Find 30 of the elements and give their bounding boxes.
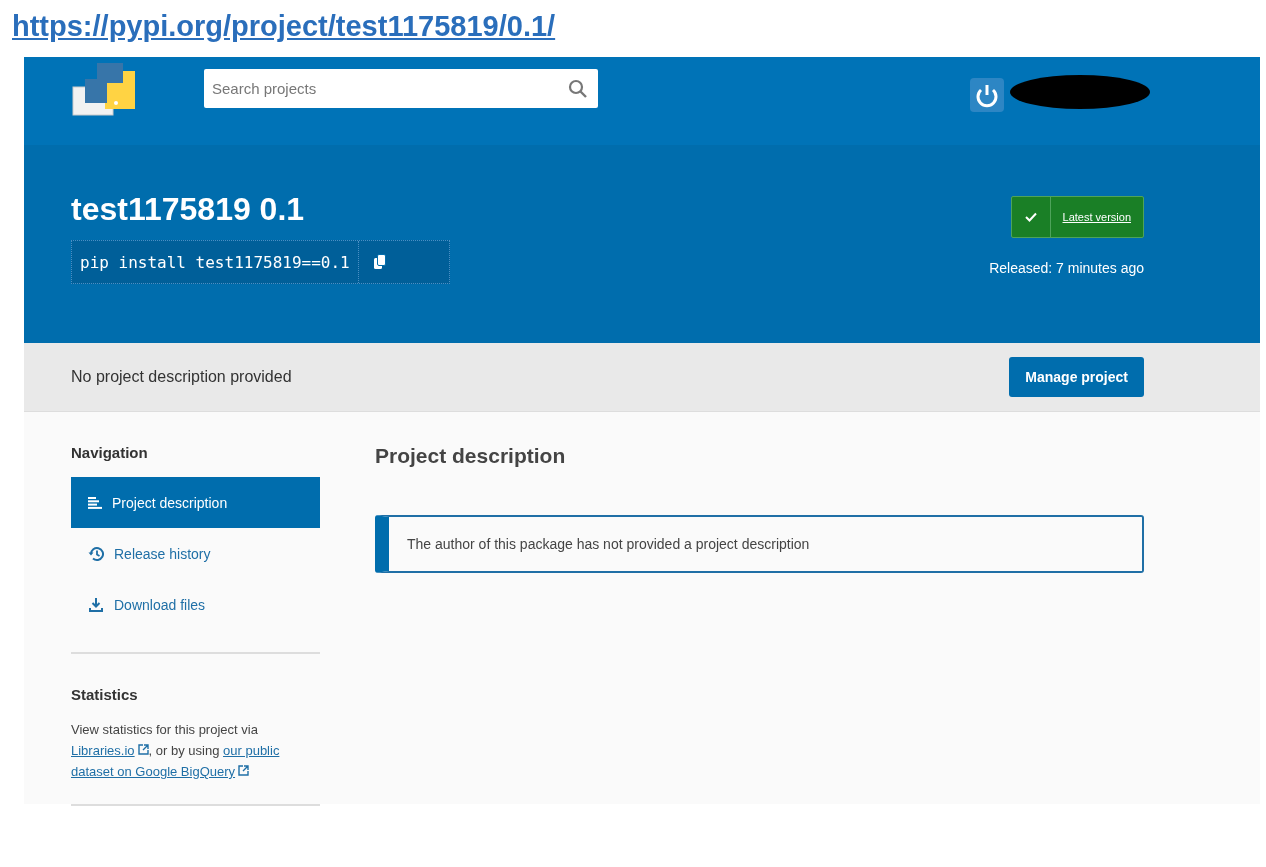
libraries-io-link[interactable]: Libraries.io: [71, 743, 149, 758]
page-url-link[interactable]: https://pypi.org/project/test1175819/0.1/: [12, 10, 556, 43]
bigquery-dataset-link[interactable]: dataset on Google BigQuery: [71, 764, 250, 779]
external-link-icon: [137, 744, 149, 755]
sidebar-item[interactable]: Project description: [71, 477, 320, 528]
release-date: Released: 7 minutes ago: [989, 260, 1144, 276]
search-field[interactable]: Search projects: [204, 69, 598, 108]
notice-text: The author of this package has not provided a project description: [407, 536, 810, 552]
install-command: pip install test1175819==0.1: [72, 241, 359, 283]
external-link-icon: [238, 765, 250, 776]
download-icon: [88, 596, 104, 613]
sidebar-item[interactable]: Release history: [71, 528, 320, 579]
history-icon: [88, 545, 104, 562]
statistics-heading: Statistics: [71, 686, 139, 703]
description-heading: Project description: [375, 444, 567, 468]
bigquery-dataset-link[interactable]: our public: [223, 743, 280, 758]
search-icon[interactable]: [568, 79, 588, 99]
stacked-cubes-logo[interactable]: [71, 61, 137, 117]
check-icon: [1024, 212, 1037, 222]
navigation-heading: Navigation: [71, 444, 149, 461]
package-title: test1175819 0.1: [71, 191, 306, 228]
statistics-text: View statistics for this project via Libraries.io , or by using our public dataset on Google BigQuery: [71, 721, 281, 781]
text-lines-icon: [88, 496, 102, 509]
latest-version-link[interactable]: Latest version: [1050, 197, 1143, 237]
manage-project-button[interactable]: Manage project: [1009, 357, 1144, 397]
power-icon[interactable]: [970, 78, 1004, 112]
sidebar-item[interactable]: Download files: [71, 579, 320, 630]
copy-icon: [372, 254, 387, 270]
latest-version-badge[interactable]: Latest version: [1010, 196, 1144, 238]
project-summary: No project description provided: [71, 368, 292, 386]
